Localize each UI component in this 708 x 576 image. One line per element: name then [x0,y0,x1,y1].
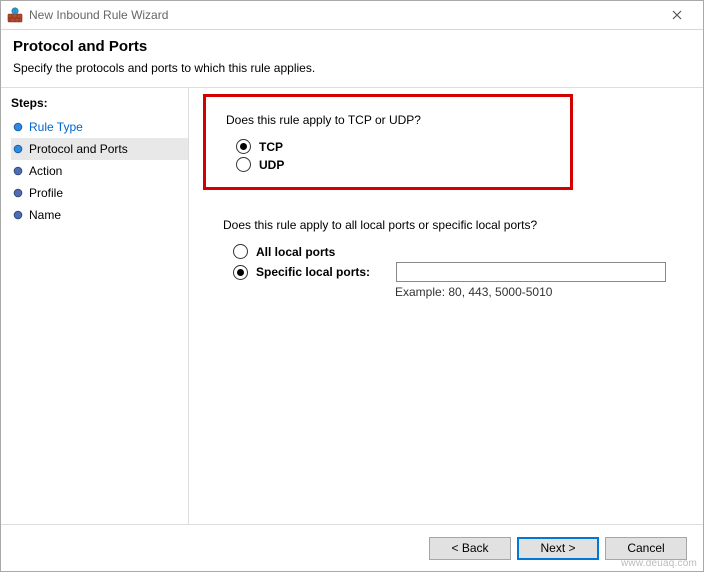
radio-indicator-icon [233,244,248,259]
wizard-body: Steps: Rule Type Protocol and Ports Acti… [1,88,703,524]
radio-indicator-icon [236,139,251,154]
sidebar-item-rule-type[interactable]: Rule Type [11,116,188,138]
radio-label: All local ports [256,245,335,259]
sidebar-item-name[interactable]: Name [11,204,188,226]
next-button[interactable]: Next > [517,537,599,560]
page-subtitle: Specify the protocols and ports to which… [13,61,691,75]
ports-question: Does this rule apply to all local ports … [223,218,689,232]
radio-label: TCP [259,140,283,154]
radio-label: Specific local ports: [256,265,396,279]
sidebar-item-label: Profile [29,186,63,200]
wizard-header: Protocol and Ports Specify the protocols… [1,30,703,88]
sidebar-item-label: Rule Type [29,120,83,134]
radio-tcp[interactable]: TCP [236,139,558,154]
wizard-content: Does this rule apply to TCP or UDP? TCP … [189,88,703,524]
titlebar: New Inbound Rule Wizard [1,1,703,30]
page-title: Protocol and Ports [13,38,691,55]
firewall-icon [7,7,23,23]
sidebar-item-protocol-ports[interactable]: Protocol and Ports [11,138,188,160]
cancel-button[interactable]: Cancel [605,537,687,560]
radio-specific-ports-row: Specific local ports: [233,262,689,282]
ports-section: Does this rule apply to all local ports … [203,218,689,299]
sidebar-item-label: Action [29,164,62,178]
steps-heading: Steps: [11,96,188,110]
back-button[interactable]: < Back [429,537,511,560]
radio-udp[interactable]: UDP [236,157,558,172]
protocol-highlight-box: Does this rule apply to TCP or UDP? TCP … [203,94,573,190]
radio-label: UDP [259,158,284,172]
sidebar-item-label: Protocol and Ports [29,142,128,156]
sidebar-item-label: Name [29,208,61,222]
wizard-window: New Inbound Rule Wizard Protocol and Por… [0,0,704,572]
wizard-footer: < Back Next > Cancel [1,524,703,571]
close-button[interactable] [655,1,699,29]
protocol-question: Does this rule apply to TCP or UDP? [226,113,558,127]
watermark-text: www.deuaq.com [621,558,697,569]
radio-indicator-icon [236,157,251,172]
steps-sidebar: Steps: Rule Type Protocol and Ports Acti… [1,88,189,524]
sidebar-item-profile[interactable]: Profile [11,182,188,204]
ports-example-text: Example: 80, 443, 5000-5010 [395,285,689,299]
radio-specific-ports[interactable] [233,265,248,280]
specific-ports-input[interactable] [396,262,666,282]
radio-all-ports[interactable]: All local ports [233,244,689,259]
sidebar-item-action[interactable]: Action [11,160,188,182]
window-title: New Inbound Rule Wizard [29,8,655,22]
